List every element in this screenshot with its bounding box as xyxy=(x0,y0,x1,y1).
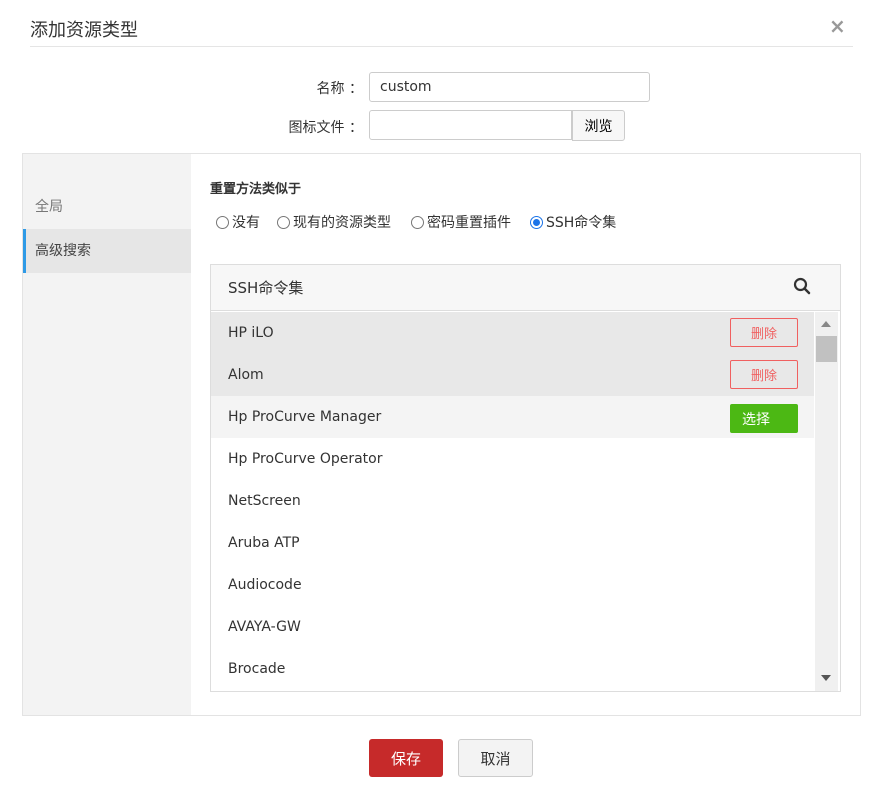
radio-circle-checked xyxy=(530,215,543,229)
list-item[interactable]: AVAYA-GW xyxy=(211,606,814,648)
scroll-down-icon[interactable] xyxy=(821,675,831,681)
search-icon[interactable] xyxy=(793,277,811,295)
delete-button[interactable]: 删除 xyxy=(730,318,798,347)
list-item[interactable]: HP iLO 删除 xyxy=(211,312,814,354)
settings-panel: 全局 高级搜索 重置方法类似于 没有 现有的资源类型 密码重置插件 SSH命令集… xyxy=(22,153,861,716)
dialog-title: 添加资源类型 xyxy=(30,20,138,41)
name-label: 名称 ： xyxy=(316,81,363,97)
list-item[interactable]: Audiocode xyxy=(211,564,814,606)
radio-circle xyxy=(277,215,290,229)
select-button[interactable]: 选择 xyxy=(730,404,798,433)
radio-ssh-commands[interactable]: SSH命令集 xyxy=(530,212,616,232)
scrollbar[interactable] xyxy=(815,312,838,691)
delete-button[interactable]: 删除 xyxy=(730,360,798,389)
list-title: SSH命令集 xyxy=(228,279,304,297)
item-name: HP iLO xyxy=(228,325,274,341)
browse-button[interactable]: 浏览 xyxy=(572,110,625,141)
radio-circle xyxy=(411,215,424,229)
save-button[interactable]: 保存 xyxy=(369,739,443,777)
divider xyxy=(30,46,853,47)
icon-file-input[interactable] xyxy=(369,110,572,140)
scroll-thumb[interactable] xyxy=(816,336,837,362)
section-title: 重置方法类似于 xyxy=(210,182,302,197)
icon-file-label: 图标文件 ： xyxy=(288,120,363,136)
radio-password-plugin[interactable]: 密码重置插件 xyxy=(411,212,511,232)
item-name: Alom xyxy=(228,367,264,383)
list-item[interactable]: Hp ProCurve Manager 选择 xyxy=(211,396,814,438)
radio-label: 现有的资源类型 xyxy=(293,215,391,231)
sidebar: 全局 高级搜索 xyxy=(23,154,191,715)
list-header: SSH命令集 xyxy=(211,265,840,311)
radio-none[interactable]: 没有 xyxy=(216,212,260,232)
item-name: Hp ProCurve Manager xyxy=(228,409,382,425)
close-icon[interactable]: × xyxy=(829,14,846,38)
list-item[interactable]: Aruba ATP xyxy=(211,522,814,564)
scroll-up-icon[interactable] xyxy=(821,321,831,327)
radio-existing-type[interactable]: 现有的资源类型 xyxy=(277,212,391,232)
sidebar-item-global[interactable]: 全局 xyxy=(23,185,191,229)
list-item[interactable]: Brocade xyxy=(211,648,814,690)
name-input[interactable] xyxy=(369,72,650,102)
sidebar-item-advanced-search[interactable]: 高级搜索 xyxy=(23,229,191,273)
cancel-button[interactable]: 取消 xyxy=(458,739,533,777)
radio-label: 密码重置插件 xyxy=(427,215,511,231)
list-item[interactable]: NetScreen xyxy=(211,480,814,522)
list-item[interactable]: Hp ProCurve Operator xyxy=(211,438,814,480)
radio-label: SSH命令集 xyxy=(546,215,617,231)
radio-circle xyxy=(216,215,229,229)
ssh-command-list: SSH命令集 HP iLO 删除 Alom 删除 Hp ProCurve Manag… xyxy=(210,264,841,692)
radio-label: 没有 xyxy=(232,215,260,231)
list-item[interactable]: Alom 删除 xyxy=(211,354,814,396)
